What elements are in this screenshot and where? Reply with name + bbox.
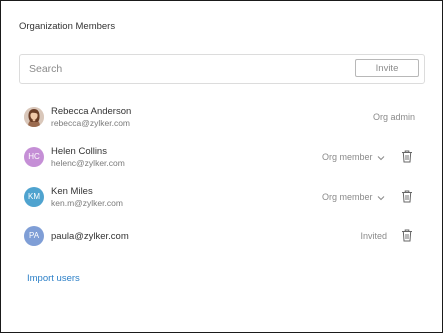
member-email: helenc@zylker.com xyxy=(51,158,125,168)
avatar: PA xyxy=(24,226,44,246)
member-email: ken.m@zylker.com xyxy=(51,198,123,208)
role-dropdown[interactable]: Org member xyxy=(322,152,385,162)
member-row: Rebecca Anderson rebecca@zylker.com Org … xyxy=(21,105,423,131)
member-email: rebecca@zylker.com xyxy=(51,118,131,128)
import-users-link[interactable]: Import users xyxy=(27,273,80,284)
search-input[interactable] xyxy=(29,62,329,76)
role-dropdown[interactable]: Org member xyxy=(322,192,385,202)
member-name: Rebecca Anderson xyxy=(51,106,132,117)
user-photo-icon xyxy=(24,107,44,127)
member-name: Helen Collins xyxy=(51,146,107,157)
member-email: paula@zylker.com xyxy=(51,231,129,242)
avatar-initials: PA xyxy=(28,231,40,240)
member-row: KM Ken Miles ken.m@zylker.com Org member xyxy=(21,185,423,211)
trash-icon[interactable] xyxy=(401,229,413,242)
avatar-initials: KM xyxy=(28,192,40,201)
panel-title: Organization Members xyxy=(19,21,116,32)
organization-members-panel: Organization Members Invite Rebecca Ande… xyxy=(0,0,443,333)
search-bar: Invite xyxy=(19,54,425,84)
avatar xyxy=(24,107,44,127)
role-dropdown-label: Org member xyxy=(321,152,373,162)
role-dropdown-label: Org member xyxy=(321,192,373,202)
chevron-down-icon xyxy=(377,155,385,160)
trash-icon[interactable] xyxy=(401,190,413,203)
member-row: HC Helen Collins helenc@zylker.com Org m… xyxy=(21,145,423,171)
avatar-initials: HC xyxy=(28,152,40,161)
invite-status: Invited xyxy=(360,231,387,241)
invite-button[interactable]: Invite xyxy=(355,59,419,77)
member-role: Org admin xyxy=(372,112,415,122)
chevron-down-icon xyxy=(377,195,385,200)
member-row: PA paula@zylker.com Invited xyxy=(21,224,423,250)
avatar: KM xyxy=(24,187,44,207)
avatar: HC xyxy=(24,147,44,167)
trash-icon[interactable] xyxy=(401,150,413,163)
member-name: Ken Miles xyxy=(51,186,93,197)
